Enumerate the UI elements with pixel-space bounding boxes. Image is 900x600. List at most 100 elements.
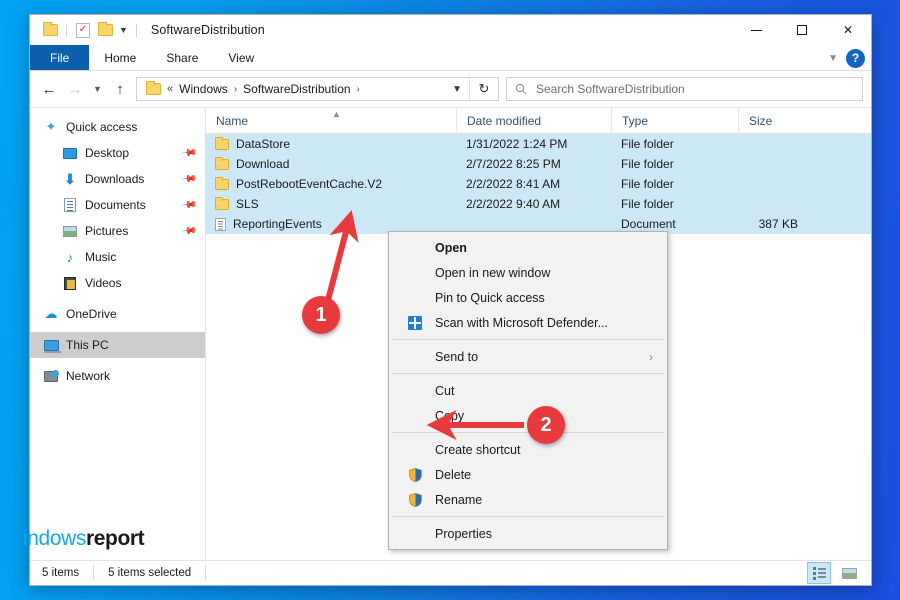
sidebar-item-downloads[interactable]: ⬇ Downloads 📌: [30, 166, 205, 192]
sidebar-item-videos[interactable]: Videos: [30, 270, 205, 296]
context-menu-item-label: Copy: [435, 409, 464, 423]
folder-icon: [142, 78, 164, 100]
pin-icon[interactable]: 📌: [180, 223, 197, 239]
sidebar-item-label: Videos: [85, 276, 121, 290]
sidebar-item-label: Network: [66, 369, 110, 383]
breadcrumb-item-windows[interactable]: Windows: [176, 82, 231, 96]
star-icon: ✦: [42, 118, 60, 136]
context-menu-pin-to-quick-access[interactable]: Pin to Quick access: [389, 285, 667, 310]
sidebar-item-label: Music: [85, 250, 116, 264]
file-name-cell: SLS: [206, 194, 456, 214]
quick-access-toolbar: ✓ ▼: [30, 19, 142, 41]
tab-share[interactable]: Share: [151, 45, 213, 70]
chevron-down-icon[interactable]: ▼: [828, 53, 838, 64]
tab-view[interactable]: View: [213, 45, 269, 70]
file-name-label: Download: [236, 157, 289, 171]
column-header-type[interactable]: Type: [611, 108, 738, 134]
menu-icon-placeholder: [406, 289, 424, 307]
breadcrumb-overflow[interactable]: «: [164, 83, 176, 95]
menu-icon-placeholder: [406, 239, 424, 257]
defender-icon: [406, 314, 424, 332]
context-menu-scan-with-defender[interactable]: Scan with Microsoft Defender...: [389, 310, 667, 335]
context-menu-item-label: Pin to Quick access: [435, 291, 545, 305]
context-menu-open[interactable]: Open: [389, 235, 667, 260]
cloud-icon: ☁: [42, 305, 60, 323]
address-bar-row: ← → ▼ ↑ « Windows › SoftwareDistribution…: [30, 71, 871, 107]
context-menu-create-shortcut[interactable]: Create shortcut: [389, 437, 667, 462]
context-menu-send-to[interactable]: Send to ›: [389, 344, 667, 369]
forward-button[interactable]: →: [62, 76, 88, 102]
context-menu-rename[interactable]: Rename: [389, 487, 667, 512]
chevron-down-icon[interactable]: ▼: [445, 84, 469, 95]
context-menu-properties[interactable]: Properties: [389, 521, 667, 546]
tab-home[interactable]: Home: [89, 45, 151, 70]
tiles-view-button[interactable]: [837, 562, 861, 584]
context-menu-open-in-new-window[interactable]: Open in new window: [389, 260, 667, 285]
video-icon: [61, 274, 79, 292]
file-name-label: SLS: [236, 197, 259, 211]
breadcrumb-separator[interactable]: ›: [231, 84, 240, 95]
file-name-label: DataStore: [236, 137, 290, 151]
context-menu-item-label: Open: [435, 241, 467, 255]
uac-shield-icon: [406, 491, 424, 509]
column-header-size[interactable]: Size: [738, 108, 810, 134]
tab-file[interactable]: File: [30, 45, 89, 70]
file-row-postrebooteventcache[interactable]: PostRebootEventCache.V2 2/2/2022 8:41 AM…: [206, 174, 871, 194]
folder-icon[interactable]: [39, 19, 61, 41]
file-type-cell: File folder: [611, 154, 738, 174]
sidebar-item-label: Pictures: [85, 224, 128, 238]
search-box[interactable]: Search SoftwareDistribution: [506, 77, 863, 101]
pin-icon[interactable]: 📌: [180, 145, 197, 161]
details-view-icon: [813, 567, 826, 580]
pin-icon[interactable]: 📌: [180, 171, 197, 187]
status-bar: 5 items 5 items selected: [30, 560, 871, 585]
search-input[interactable]: Search SoftwareDistribution: [536, 82, 685, 96]
chevron-down-icon[interactable]: ▼: [116, 25, 131, 35]
refresh-icon[interactable]: ↻: [470, 81, 498, 97]
file-row-sls[interactable]: SLS 2/2/2022 9:40 AM File folder: [206, 194, 871, 214]
file-size-cell: [738, 134, 810, 154]
picture-icon: [61, 222, 79, 240]
recent-locations-button[interactable]: ▼: [88, 76, 107, 102]
pin-icon[interactable]: 📌: [180, 197, 197, 213]
window-controls: ✕: [733, 15, 871, 45]
maximize-icon[interactable]: [779, 15, 825, 45]
column-header-name[interactable]: Name ▲: [206, 108, 456, 134]
sidebar-item-documents[interactable]: Documents 📌: [30, 192, 205, 218]
back-button[interactable]: ←: [36, 76, 62, 102]
details-view-button[interactable]: [807, 562, 831, 584]
context-menu-cut[interactable]: Cut: [389, 378, 667, 403]
sidebar-item-label: This PC: [66, 338, 109, 352]
ribbon-right-controls: ▼ ?: [828, 45, 865, 71]
callout-badge-1: 1: [302, 296, 340, 334]
help-button[interactable]: ?: [846, 49, 865, 68]
breadcrumb: « Windows › SoftwareDistribution ›: [164, 82, 445, 96]
breadcrumb-address-bar[interactable]: « Windows › SoftwareDistribution › ▼ ↻: [136, 77, 499, 101]
column-header-date-modified[interactable]: Date modified: [456, 108, 611, 134]
breadcrumb-item-softwaredistribution[interactable]: SoftwareDistribution: [240, 82, 353, 96]
network-icon: [42, 367, 60, 385]
sidebar-item-quick-access[interactable]: ✦ Quick access: [30, 114, 205, 140]
menu-icon-placeholder: [406, 441, 424, 459]
watermark-part1: indows: [23, 527, 86, 550]
sidebar-item-this-pc[interactable]: This PC: [30, 332, 205, 358]
file-type-cell: File folder: [611, 174, 738, 194]
ribbon-tabs: File Home Share View ▼ ?: [30, 45, 871, 71]
sidebar-item-onedrive[interactable]: ☁ OneDrive: [30, 301, 205, 327]
breadcrumb-separator[interactable]: ›: [354, 84, 363, 95]
new-folder-icon[interactable]: [94, 19, 116, 41]
file-name-cell: DataStore: [206, 134, 456, 154]
properties-icon[interactable]: ✓: [72, 19, 94, 41]
sidebar-item-network[interactable]: Network: [30, 363, 205, 389]
sidebar-item-pictures[interactable]: Pictures 📌: [30, 218, 205, 244]
file-row-download[interactable]: Download 2/7/2022 8:25 PM File folder: [206, 154, 871, 174]
sidebar-item-music[interactable]: ♪ Music: [30, 244, 205, 270]
context-menu-item-label: Scan with Microsoft Defender...: [435, 316, 608, 330]
close-icon[interactable]: ✕: [825, 15, 871, 45]
up-button[interactable]: ↑: [107, 76, 133, 102]
sidebar-item-label: OneDrive: [66, 307, 117, 321]
sidebar-item-desktop[interactable]: Desktop 📌: [30, 140, 205, 166]
file-row-datastore[interactable]: DataStore 1/31/2022 1:24 PM File folder: [206, 134, 871, 154]
context-menu-delete[interactable]: Delete: [389, 462, 667, 487]
minimize-icon[interactable]: [733, 15, 779, 45]
